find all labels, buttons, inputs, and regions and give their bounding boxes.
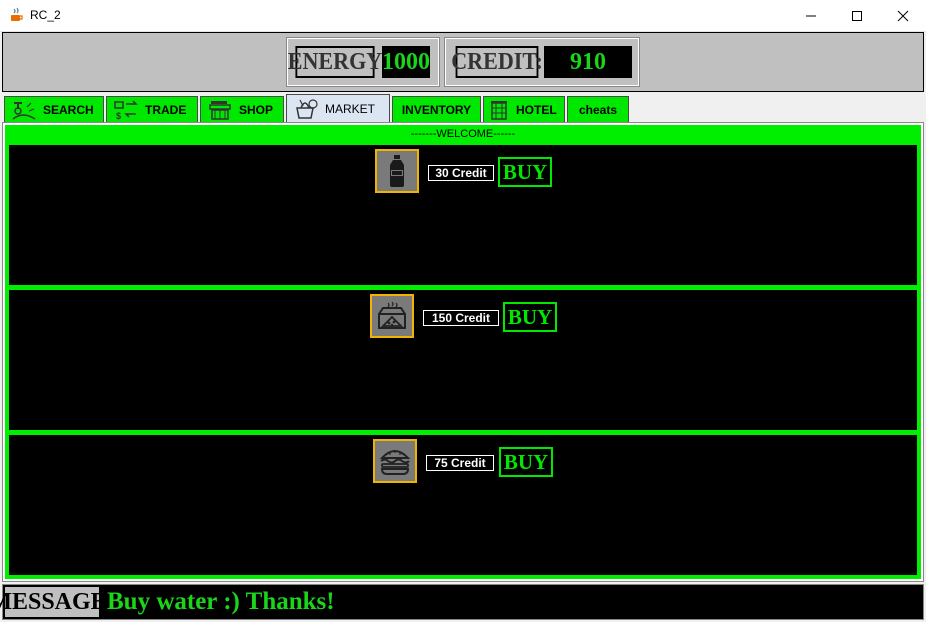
maximize-button[interactable] (834, 0, 880, 31)
market-item-burger: 75 Credit BUY (9, 435, 917, 575)
price-label: 150 Credit (423, 310, 499, 326)
message-text: Buy water :) Thanks! (107, 588, 335, 615)
energy-value: 1000 (382, 46, 430, 78)
trade-exchange-icon: $ (114, 99, 138, 121)
java-app-icon (11, 7, 23, 21)
pizza-box-icon (370, 294, 414, 338)
tab-trade[interactable]: $ TRADE (106, 96, 198, 122)
burger-glyph (379, 450, 411, 475)
market-item-pizza: 150 Credit BUY (9, 290, 917, 430)
tab-shop-label: SHOP (239, 102, 274, 117)
search-harvest-icon (12, 101, 36, 120)
message-label: MESSAGE: (0, 587, 115, 617)
window-title: RC_2 (30, 8, 61, 22)
tab-hotel-label: HOTEL (516, 102, 557, 117)
maximize-icon (852, 10, 862, 21)
minimize-button[interactable] (788, 0, 834, 31)
price-label: 30 Credit (428, 165, 494, 181)
buy-burger-button[interactable]: BUY (499, 447, 553, 477)
message-bar: MESSAGE: Buy water :) Thanks! (0, 584, 924, 620)
tab-inventory-label: INVENTORY (401, 102, 472, 117)
credit-value: 910 (544, 46, 632, 78)
buy-water-button[interactable]: BUY (498, 157, 552, 187)
tab-hotel[interactable]: HOTEL (483, 96, 565, 122)
credit-group: CREDIT: 910 (444, 37, 640, 87)
tab-shop[interactable]: SHOP (200, 96, 284, 122)
credit-label: CREDIT: (451, 46, 543, 78)
tab-search[interactable]: SEARCH (4, 96, 104, 122)
tab-market[interactable]: MARKET (286, 94, 390, 122)
market-item-water: 30 Credit BUY (9, 145, 917, 285)
tab-inventory[interactable]: INVENTORY (392, 96, 481, 122)
burger-icon (373, 439, 417, 483)
water-bottle-icon (375, 149, 419, 193)
price-label: 75 Credit (426, 455, 494, 471)
close-button[interactable] (880, 0, 926, 31)
stats-header: ENERGY 1000 CREDIT: 910 (2, 32, 924, 92)
close-icon (897, 10, 909, 21)
tab-bar: SEARCH $ TRADE SHOP MARKET INVENTORY HOT… (2, 94, 924, 122)
energy-group: ENERGY 1000 (286, 37, 440, 87)
water-bottle-glyph (390, 155, 404, 187)
buy-pizza-button[interactable]: BUY (503, 302, 557, 332)
tab-trade-label: TRADE (145, 102, 187, 117)
welcome-text: -------WELCOME------ (410, 128, 516, 140)
pizza-box-glyph (378, 301, 406, 329)
hotel-icon (491, 100, 507, 120)
svg-text:$: $ (116, 111, 121, 121)
shop-icon (209, 100, 231, 120)
tab-cheats[interactable]: cheats (567, 96, 629, 122)
energy-label: ENERGY (288, 46, 382, 78)
tab-market-label: MARKET (325, 101, 376, 116)
title-bar: RC_2 (0, 0, 926, 32)
tab-search-label: SEARCH (43, 102, 94, 117)
minimize-icon (806, 15, 816, 16)
market-content: -------WELCOME------ 30 Credit BUY 150 C… (2, 122, 924, 582)
tab-cheats-label: cheats (578, 102, 618, 117)
market-basket-icon (296, 98, 318, 119)
market-panel: -------WELCOME------ 30 Credit BUY 150 C… (5, 125, 921, 579)
